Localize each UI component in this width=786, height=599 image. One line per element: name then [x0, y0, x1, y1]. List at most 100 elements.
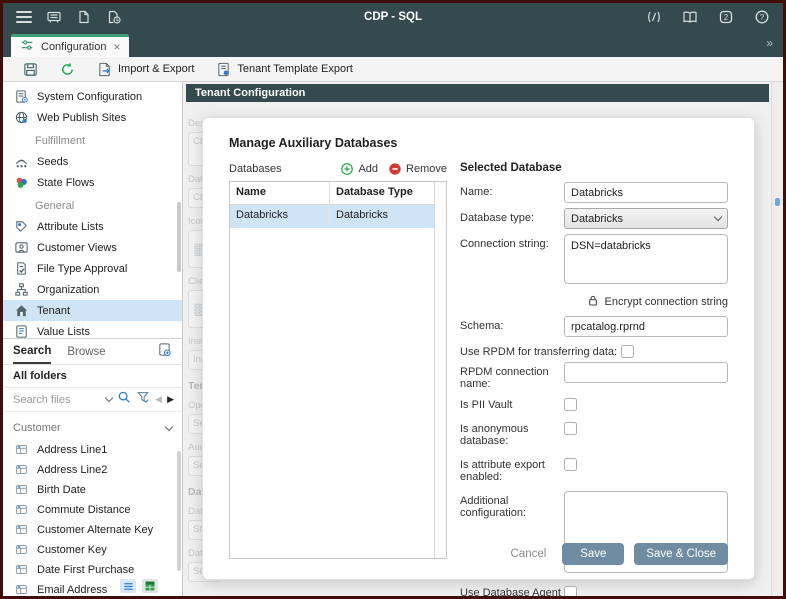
databases-label: Databases [229, 163, 282, 175]
refresh-button[interactable] [52, 60, 83, 79]
sidebar-item[interactable]: State Flows [3, 172, 182, 193]
schema-field[interactable] [564, 316, 728, 337]
field-item[interactable]: Address Line1 [3, 440, 182, 460]
version-badge-icon[interactable]: 2 [715, 7, 737, 27]
main-scrollbar[interactable] [771, 82, 783, 596]
column-database-type[interactable]: Database Type [330, 182, 434, 204]
tab-close-icon[interactable]: × [113, 41, 120, 53]
connection-string-field[interactable]: DSN=databricks [564, 234, 728, 284]
sidebar-item[interactable]: Web Publish Sites [3, 107, 182, 128]
sidebar-item[interactable]: File Type Approval [3, 258, 182, 279]
chevron-down-icon[interactable] [105, 394, 113, 402]
sidebar-scrollbar[interactable] [177, 202, 181, 272]
system-config-icon [13, 89, 29, 105]
sidebar-item[interactable]: Fulfillment [3, 131, 182, 151]
list-view-icon[interactable] [120, 579, 136, 593]
encrypt-connection-string-button[interactable]: Encrypt connection string [460, 294, 728, 310]
attribute-lists-icon [13, 219, 29, 235]
sidebar-item-label: Value Lists [37, 326, 90, 338]
save-button[interactable] [15, 60, 46, 79]
svg-text:?: ? [760, 13, 765, 22]
field-label: Address Line1 [37, 444, 107, 456]
help-icon[interactable]: ? [751, 7, 773, 27]
use-rpdm-checkbox[interactable] [621, 345, 634, 358]
folder-settings-icon[interactable] [157, 342, 172, 362]
sidebar-item[interactable]: Attribute Lists [3, 216, 182, 237]
tab-browse[interactable]: Browse [67, 339, 105, 364]
rpdm-connection-name-field[interactable] [564, 362, 728, 383]
is-anonymous-checkbox[interactable] [564, 422, 577, 435]
use-rpdm-label: Use RPDM for transferring data: [460, 342, 621, 358]
import-export-button[interactable]: Import & Export [89, 60, 202, 79]
titlebar: CDP - SQL 2 ? [3, 3, 783, 31]
forward-icon[interactable]: ▶ [167, 394, 174, 405]
field-label: Customer Alternate Key [37, 524, 153, 536]
name-field[interactable] [564, 182, 728, 203]
add-button[interactable]: Add [340, 162, 378, 176]
field-icon [15, 583, 29, 596]
tab-configuration[interactable]: Configuration × [11, 34, 129, 57]
table-row[interactable]: Databricks Databricks [230, 205, 434, 228]
lock-icon [587, 294, 599, 310]
value-lists-icon [13, 324, 29, 339]
group-customer[interactable]: Customer [3, 416, 182, 440]
organization-icon [13, 282, 29, 298]
field-item[interactable]: Commute Distance [3, 500, 182, 520]
use-database-agent-checkbox[interactable] [564, 586, 577, 596]
field-icon [15, 563, 29, 577]
column-name[interactable]: Name [230, 182, 330, 204]
database-type-select[interactable]: Databricks [564, 208, 728, 229]
tenant-template-export-button[interactable]: Tenant Template Export [208, 60, 360, 79]
sidebar-item[interactable]: Value Lists [3, 321, 182, 338]
selected-database-label: Selected Database [460, 162, 728, 174]
tab-overflow-icon[interactable]: » [766, 36, 773, 50]
filter-icon[interactable] [136, 390, 150, 409]
search-icon[interactable] [117, 390, 131, 409]
sidebar-item-label: Tenant [37, 305, 70, 317]
main-area: Tenant Configuration DescriptiCDP - SDat… [183, 82, 783, 596]
sheet-view-icon[interactable] [142, 579, 158, 593]
sidebar: System Configuration Web Publish Sites F… [3, 82, 183, 596]
save-and-close-button[interactable]: Save & Close [634, 543, 728, 565]
item-icon [11, 198, 27, 214]
sliders-icon [20, 38, 34, 57]
collapse-chevron-icon [165, 422, 173, 430]
field-item[interactable]: Address Line2 [3, 460, 182, 480]
new-file-icon[interactable] [73, 7, 95, 27]
search-input[interactable] [11, 393, 101, 407]
add-label: Add [358, 163, 378, 175]
customer-views-icon [13, 240, 29, 256]
remove-button[interactable]: Remove [388, 162, 447, 176]
sidebar-item[interactable]: Seeds [3, 151, 182, 172]
sidebar-item[interactable]: Organization [3, 279, 182, 300]
field-item[interactable]: Customer Key [3, 540, 182, 560]
field-icon [15, 543, 29, 557]
field-item[interactable]: Customer Alternate Key [3, 520, 182, 540]
cancel-button[interactable]: Cancel [511, 548, 547, 560]
database-type-label: Database type: [460, 208, 564, 224]
toolbar: Import & Export Tenant Template Export [3, 57, 783, 82]
sidebar-item[interactable]: General [3, 196, 182, 216]
is-pii-vault-checkbox[interactable] [564, 398, 577, 411]
data-sync-icon[interactable] [643, 7, 665, 27]
field-item[interactable]: Birth Date [3, 480, 182, 500]
field-list-scrollbar[interactable] [177, 451, 181, 571]
back-icon[interactable]: ◀ [155, 394, 162, 405]
field-item[interactable]: Date First Purchase [3, 560, 182, 580]
sidebar-item[interactable]: Customer Views [3, 237, 182, 258]
state-flows-icon [13, 175, 29, 191]
save-button-dialog[interactable]: Save [562, 543, 624, 565]
sidebar-item[interactable]: Tenant [3, 300, 182, 321]
recent-files-icon[interactable] [103, 7, 125, 27]
is-attribute-export-checkbox[interactable] [564, 458, 577, 471]
table-scrollbar[interactable] [434, 182, 446, 558]
documentation-book-icon[interactable] [679, 7, 701, 27]
is-anonymous-label: Is anonymous database: [460, 419, 564, 447]
menu-icon[interactable] [13, 7, 35, 27]
field-icon [15, 483, 29, 497]
rpdm-connection-name-label: RPDM connection name: [460, 362, 564, 390]
workspace-icon[interactable] [43, 7, 65, 27]
sidebar-item-label: Fulfillment [35, 135, 85, 147]
tab-search[interactable]: Search [13, 339, 51, 364]
sidebar-item[interactable]: System Configuration [3, 86, 182, 107]
